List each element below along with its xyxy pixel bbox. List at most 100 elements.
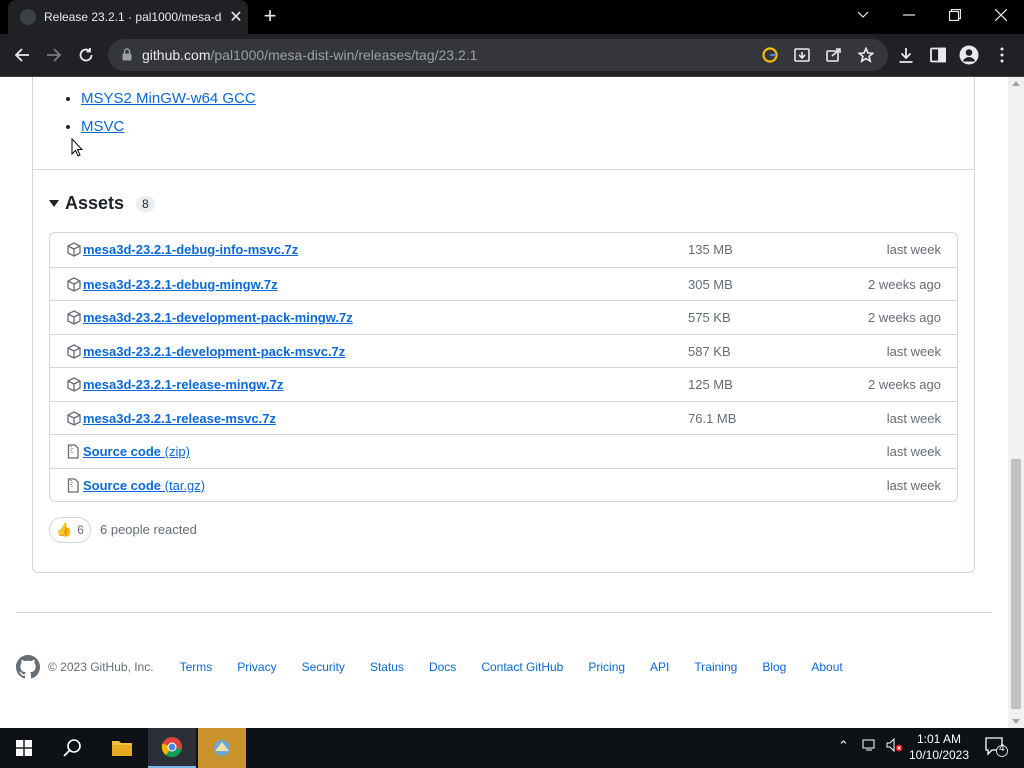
asset-date: 2 weeks ago bbox=[868, 276, 941, 292]
lock-icon bbox=[122, 48, 132, 61]
table-row: Source code (zip) last week bbox=[50, 434, 957, 468]
network-icon[interactable] bbox=[862, 738, 878, 755]
asset-name-suffix: (tar.gz) bbox=[161, 477, 206, 493]
footer-divider bbox=[16, 612, 992, 613]
file-zip-icon bbox=[67, 444, 79, 464]
asset-size: 135 MB bbox=[688, 242, 733, 257]
package-icon bbox=[67, 410, 81, 431]
forward-button[interactable] bbox=[40, 41, 68, 69]
github-logo-icon[interactable] bbox=[16, 655, 40, 679]
share-icon[interactable] bbox=[824, 45, 844, 65]
minimize-button[interactable] bbox=[886, 0, 932, 30]
reaction-count: 6 bbox=[77, 523, 84, 537]
footer-copyright: © 2023 GitHub, Inc. bbox=[48, 660, 154, 674]
thumbs-up-icon: 👍 bbox=[56, 522, 73, 537]
tab-search-icon[interactable] bbox=[840, 0, 886, 30]
chrome-taskbar-button[interactable] bbox=[148, 728, 196, 768]
msvc-link[interactable]: MSVC bbox=[81, 118, 124, 135]
footer-link-status[interactable]: Status bbox=[370, 660, 404, 674]
asset-date: 2 weeks ago bbox=[868, 310, 941, 325]
tab-close-icon[interactable]: ✕ bbox=[228, 7, 244, 27]
asset-download-link[interactable]: Source code (zip) bbox=[83, 444, 190, 459]
footer-link-blog[interactable]: Blog bbox=[762, 660, 786, 674]
table-row: Source code (tar.gz) last week bbox=[50, 467, 957, 502]
volume-muted-icon[interactable] bbox=[886, 737, 904, 755]
url-path: /pal1000/mesa-dist-win/releases/tag/23.2… bbox=[210, 47, 478, 63]
assets-table: mesa3d-23.2.1-debug-info-msvc.7z 135 MB la… bbox=[49, 232, 958, 502]
assets-toggle[interactable]: Assets 8 bbox=[49, 193, 155, 214]
site-footer: © 2023 GitHub, Inc. Terms Privacy Security… bbox=[16, 655, 868, 679]
reaction-button[interactable]: 👍 6 bbox=[49, 517, 91, 543]
asset-name: mesa3d-23.2.1-debug-mingw.7z bbox=[83, 276, 278, 292]
install-app-icon[interactable] bbox=[792, 45, 812, 65]
package-icon bbox=[67, 242, 81, 262]
footer-link-pricing[interactable]: Pricing bbox=[588, 660, 625, 674]
tab-title: Release 23.2.1 · pal1000/mesa-dist-win bbox=[44, 10, 222, 24]
package-icon bbox=[67, 276, 81, 297]
clock-date: 10/10/2023 bbox=[908, 748, 970, 762]
assets-count-badge: 8 bbox=[136, 195, 155, 212]
footer-link-training[interactable]: Training bbox=[694, 660, 737, 674]
google-lens-icon[interactable] bbox=[760, 45, 780, 65]
asset-download-link[interactable]: mesa3d-23.2.1-debug-mingw.7z bbox=[83, 277, 278, 292]
profile-avatar-icon[interactable] bbox=[955, 41, 983, 69]
github-favicon-icon bbox=[20, 9, 36, 25]
search-button[interactable] bbox=[48, 728, 96, 768]
asset-download-link[interactable]: mesa3d-23.2.1-development-pack-msvc.7z bbox=[83, 344, 345, 359]
asset-date: last week bbox=[886, 343, 941, 359]
footer-link-security[interactable]: Security bbox=[302, 660, 345, 674]
windows-logo-icon bbox=[16, 740, 32, 756]
asset-download-link[interactable]: mesa3d-23.2.1-debug-info-msvc.7z bbox=[83, 242, 298, 257]
asset-name: Source code bbox=[83, 444, 162, 459]
back-button[interactable] bbox=[8, 41, 36, 69]
page-scrollbar[interactable] bbox=[1008, 77, 1024, 728]
asset-download-link[interactable]: mesa3d-23.2.1-release-mingw.7z bbox=[83, 377, 283, 392]
action-center-button[interactable]: 4 bbox=[984, 736, 1008, 761]
footer-link-contact-github[interactable]: Contact GitHub bbox=[481, 660, 563, 674]
asset-download-link[interactable]: mesa3d-23.2.1-development-pack-mingw.7z bbox=[83, 310, 353, 325]
release-notes-list: MSYS2 MinGW-w64 GCC MSVC bbox=[81, 85, 256, 141]
asset-date: last week bbox=[886, 410, 941, 426]
app-taskbar-button[interactable] bbox=[198, 728, 246, 768]
asset-download-link[interactable]: Source code (tar.gz) bbox=[83, 478, 205, 493]
list-item: MSVC bbox=[81, 113, 256, 141]
new-tab-button[interactable]: + bbox=[258, 4, 282, 28]
footer-link-api[interactable]: API bbox=[650, 660, 669, 674]
show-hidden-icons-chevron-icon[interactable]: ⌃ bbox=[838, 738, 849, 754]
page-viewport: MSYS2 MinGW-w64 GCC MSVC Assets 8 mesa3d… bbox=[0, 77, 1008, 728]
chrome-icon bbox=[161, 737, 182, 758]
chrome-menu-icon[interactable] bbox=[988, 41, 1016, 69]
bookmark-star-icon[interactable] bbox=[856, 45, 876, 65]
address-bar[interactable]: github.com/pal1000/mesa-dist-win/release… bbox=[108, 39, 888, 71]
msys2-link[interactable]: MSYS2 MinGW-w64 GCC bbox=[81, 90, 256, 107]
footer-link-docs[interactable]: Docs bbox=[429, 660, 456, 674]
system-clock[interactable]: 1:01 AM 10/10/2023 bbox=[906, 731, 972, 763]
browser-tab[interactable]: Release 23.2.1 · pal1000/mesa-dist-win ✕ bbox=[8, 0, 248, 34]
asset-download-link[interactable]: mesa3d-23.2.1-release-msvc.7z bbox=[83, 411, 276, 426]
asset-name: mesa3d-23.2.1-release-mingw.7z bbox=[83, 377, 284, 392]
footer-link-privacy[interactable]: Privacy bbox=[237, 660, 276, 674]
reload-button[interactable] bbox=[72, 41, 100, 69]
mouse-cursor-icon bbox=[71, 138, 83, 157]
url-text[interactable]: github.com/pal1000/mesa-dist-win/release… bbox=[142, 47, 477, 63]
table-row: mesa3d-23.2.1-development-pack-mingw.7z 5… bbox=[50, 300, 957, 334]
asset-name: mesa3d-23.2.1-debug-info-msvc.7z bbox=[83, 242, 299, 257]
scroll-down-arrow-icon[interactable] bbox=[1012, 719, 1020, 724]
footer-link-terms[interactable]: Terms bbox=[180, 660, 213, 674]
scrollbar-thumb[interactable] bbox=[1011, 459, 1021, 709]
divider bbox=[33, 169, 974, 170]
release-card: MSYS2 MinGW-w64 GCC MSVC Assets 8 mesa3d… bbox=[32, 77, 975, 573]
notification-count: 4 bbox=[999, 743, 1005, 754]
asset-date: last week bbox=[886, 444, 941, 459]
side-panel-icon[interactable] bbox=[924, 41, 952, 69]
asset-date: 2 weeks ago bbox=[868, 377, 941, 392]
file-explorer-button[interactable] bbox=[98, 728, 146, 768]
asset-size: 587 KB bbox=[688, 343, 731, 359]
restore-button[interactable] bbox=[932, 0, 978, 30]
close-window-button[interactable] bbox=[978, 0, 1024, 30]
downloads-icon[interactable] bbox=[892, 41, 920, 69]
app-icon bbox=[214, 740, 230, 756]
scroll-up-arrow-icon[interactable] bbox=[1012, 81, 1020, 86]
footer-link-about[interactable]: About bbox=[811, 660, 842, 674]
start-button[interactable] bbox=[0, 728, 48, 768]
